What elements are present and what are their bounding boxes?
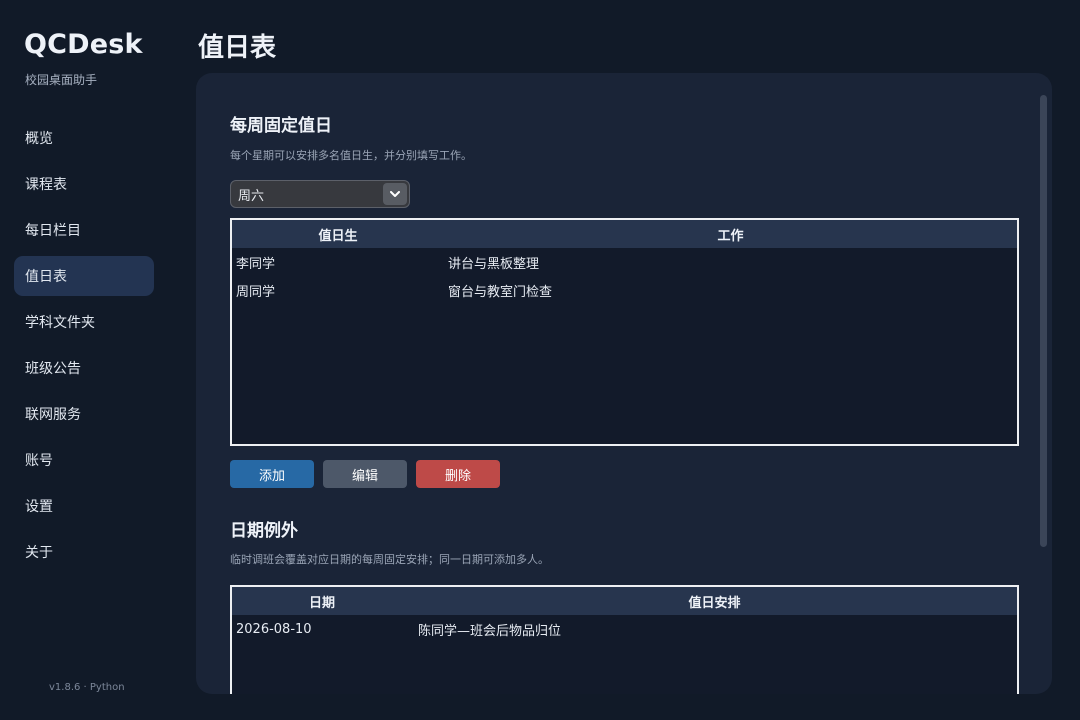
delete-button[interactable]: 删除 [416,460,500,488]
table-row[interactable]: 周同学 窗台与教室门检查 [232,276,1017,304]
table-cell: 讲台与黑板整理 [448,256,540,272]
weekly-duty-table[interactable]: 值日生 工作 李同学 讲台与黑板整理 周同学 窗台与教室门检查 [230,218,1019,446]
sidebar-item-overview[interactable]: 概览 [14,118,154,158]
weekday-select[interactable]: 周六 [230,180,410,208]
table-cell: 陈同学—班会后物品归位 [418,623,562,639]
table-cell: 周同学 [236,284,276,300]
sidebar-nav: 概览 课程表 每日栏目 值日表 学科文件夹 班级公告 联网服务 账号 设置 关于 [14,118,154,578]
sidebar-item-online-services[interactable]: 联网服务 [14,394,154,434]
exceptions-section-title: 日期例外 [230,521,298,541]
table-cell: 李同学 [236,256,276,272]
exceptions-section-description: 临时调班会覆盖对应日期的每周固定安排；同一日期可添加多人。 [230,553,549,566]
sidebar-item-timetable[interactable]: 课程表 [14,164,154,204]
column-header-student[interactable]: 值日生 [232,225,444,244]
weekday-select-value: 周六 [238,188,265,204]
app-subtitle: 校园桌面助手 [25,73,98,87]
date-exceptions-table[interactable]: 日期 值日安排 2026-08-10 陈同学—班会后物品归位 [230,585,1019,694]
edit-button[interactable]: 编辑 [323,460,407,488]
scrollbar-thumb[interactable] [1040,95,1047,547]
sidebar-item-about[interactable]: 关于 [14,532,154,572]
sidebar-item-account[interactable]: 账号 [14,440,154,480]
sidebar-item-daily-columns[interactable]: 每日栏目 [14,210,154,250]
add-button[interactable]: 添加 [230,460,314,488]
page-title: 值日表 [198,33,277,63]
sidebar-item-subject-folders[interactable]: 学科文件夹 [14,302,154,342]
table-cell: 2026-08-10 [236,621,312,637]
app-title: QCDesk [24,29,143,60]
weekly-section-description: 每个星期可以安排多名值日生，并分别填写工作。 [230,149,472,162]
table-cell: 窗台与教室门检查 [448,284,553,300]
sidebar-item-class-notices[interactable]: 班级公告 [14,348,154,388]
weekly-section-title: 每周固定值日 [230,116,332,136]
vertical-scrollbar[interactable] [1040,95,1047,547]
column-header-task[interactable]: 工作 [444,225,1017,244]
table-row[interactable]: 李同学 讲台与黑板整理 [232,248,1017,276]
version-label: v1.8.6 · Python [49,682,125,693]
sidebar-item-settings[interactable]: 设置 [14,486,154,526]
column-header-date[interactable]: 日期 [232,592,412,611]
sidebar: QCDesk 校园桌面助手 概览 课程表 每日栏目 值日表 学科文件夹 班级公告… [0,0,168,720]
table-row[interactable]: 2026-08-10 陈同学—班会后物品归位 [232,615,1017,643]
sidebar-item-duty-roster[interactable]: 值日表 [14,256,154,296]
table-header: 日期 值日安排 [232,587,1017,615]
column-header-arrangement[interactable]: 值日安排 [412,592,1017,611]
chevron-down-icon[interactable] [383,183,407,205]
content-panel: 每周固定值日 每个星期可以安排多名值日生，并分别填写工作。 周六 值日生 工作 … [196,73,1052,694]
table-header: 值日生 工作 [232,220,1017,248]
